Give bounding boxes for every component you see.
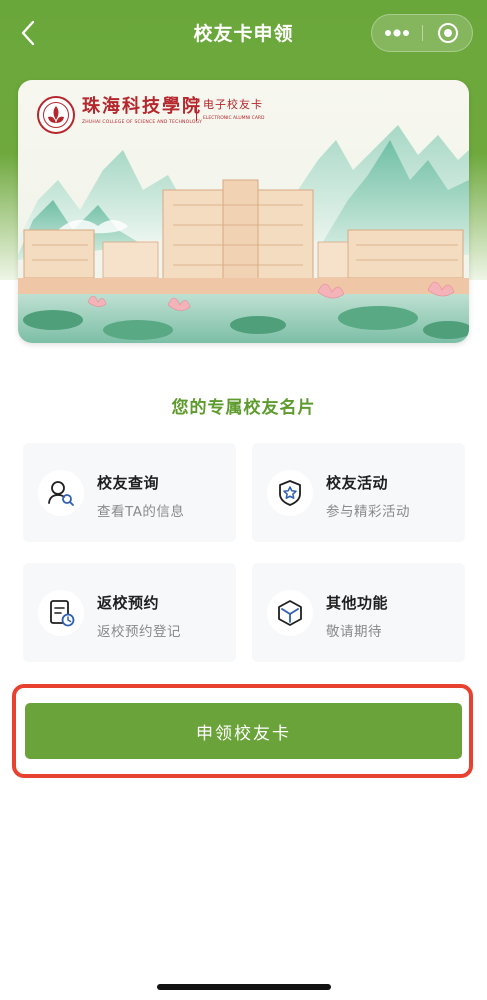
- feature-alumni-search[interactable]: 校友查询 查看TA的信息: [23, 443, 236, 542]
- tile-subtitle: 查看TA的信息: [97, 504, 185, 520]
- tile-icon-circle: [267, 590, 313, 636]
- user-search-icon: [48, 481, 74, 506]
- mini-program-capsule: [371, 14, 473, 52]
- section-heading: 您的专属校友名片: [171, 398, 316, 418]
- tile-subtitle: 参与精彩活动: [326, 504, 410, 520]
- school-seal-icon: [37, 96, 75, 134]
- card-ecard-block: 电子校友卡 ELECTRONIC ALUMNI CARD: [196, 98, 265, 121]
- tile-title: 其他功能: [326, 594, 389, 612]
- calendar-clock-icon: [50, 600, 75, 627]
- tile-title: 返校预约: [97, 594, 160, 612]
- electronic-alumni-card[interactable]: 珠海科技學院 ZHUHAI COLLEGE OF SCIENCE AND TEC…: [18, 80, 469, 343]
- target-close-icon: [438, 23, 458, 43]
- tile-icon-circle: [38, 470, 84, 516]
- more-button[interactable]: [372, 15, 422, 51]
- page: 校友卡申领 珠海科技學院 ZHUHAI COLLEGE OF SCIENCE A…: [0, 0, 487, 1000]
- feature-other-functions[interactable]: 其他功能 敬请期待: [252, 563, 465, 662]
- card-ecard-title-en: ELECTRONIC ALUMNI CARD: [203, 116, 265, 121]
- cube-icon: [278, 600, 302, 626]
- card-school-name-block: 珠海科技學院 ZHUHAI COLLEGE OF SCIENCE AND TEC…: [82, 96, 203, 126]
- card-school-name-en: ZHUHAI COLLEGE OF SCIENCE AND TECHNOLOGY: [82, 120, 203, 125]
- more-dots-icon: [385, 29, 409, 37]
- feature-alumni-activities[interactable]: 校友活动 参与精彩活动: [252, 443, 465, 542]
- top-bar: 校友卡申领: [0, 0, 487, 68]
- feature-campus-return-booking[interactable]: 返校预约 返校预约登记: [23, 563, 236, 662]
- home-indicator[interactable]: [157, 984, 331, 990]
- tile-icon-circle: [267, 470, 313, 516]
- tile-subtitle: 返校预约登记: [97, 624, 181, 640]
- card-school-name: 珠海科技學院: [82, 96, 202, 117]
- tile-title: 校友活动: [326, 474, 389, 492]
- tile-icon-circle: [38, 590, 84, 636]
- tile-title: 校友查询: [97, 474, 160, 492]
- tile-subtitle: 敬请期待: [326, 624, 382, 640]
- apply-alumni-card-button[interactable]: 申领校友卡: [25, 703, 462, 759]
- star-shield-icon: [279, 480, 301, 506]
- card-ecard-title: 电子校友卡: [203, 98, 263, 111]
- close-button[interactable]: [423, 15, 473, 51]
